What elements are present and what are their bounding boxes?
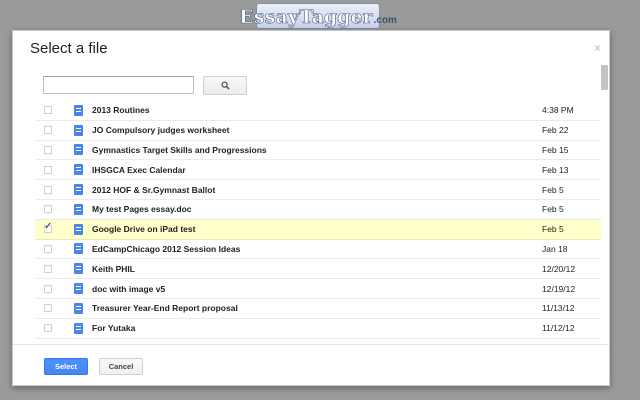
- file-name[interactable]: Keith PHIL: [92, 264, 135, 274]
- document-icon: [74, 124, 83, 136]
- file-date: Jan 18: [542, 243, 568, 254]
- file-checkbox[interactable]: [44, 165, 52, 174]
- file-name[interactable]: For Yutaka: [92, 323, 135, 333]
- file-checkbox[interactable]: [44, 126, 52, 135]
- file-name[interactable]: 2013 Routines: [92, 105, 150, 115]
- file-checkbox[interactable]: [44, 304, 52, 313]
- file-row[interactable]: EdCampChicago 2012 Session Ideas Jan 18: [35, 240, 601, 260]
- file-date: Feb 13: [542, 164, 569, 175]
- search-input[interactable]: [43, 76, 194, 94]
- file-name[interactable]: IHSGCA Exec Calendar: [92, 165, 186, 175]
- file-checkbox[interactable]: [44, 205, 52, 214]
- dialog-title: Select a file: [30, 40, 108, 57]
- file-name[interactable]: Gymnastics Target Skills and Progression…: [92, 145, 267, 155]
- file-name[interactable]: doc with image v5: [92, 284, 165, 294]
- document-icon: [74, 203, 83, 215]
- file-date: Feb 15: [542, 144, 569, 155]
- document-icon: [74, 322, 83, 334]
- file-name[interactable]: Treasurer Year-End Report proposal: [92, 303, 238, 313]
- file-date: 12/19/12: [542, 283, 576, 294]
- file-checkbox[interactable]: [44, 106, 52, 115]
- file-row[interactable]: My test Pages essay.doc Feb 5: [35, 200, 601, 220]
- file-date: 4:38 PM: [542, 105, 574, 116]
- file-date: 11/12/12: [542, 323, 575, 334]
- file-row[interactable]: IHSGCA Exec Calendar Feb 13: [35, 160, 601, 181]
- file-row[interactable]: Keith PHIL 12/20/12: [35, 259, 601, 280]
- file-date: Feb 5: [542, 204, 564, 215]
- select-button[interactable]: Select: [44, 358, 88, 375]
- document-icon: [74, 243, 83, 255]
- file-date: Feb 5: [542, 184, 564, 195]
- file-row[interactable]: doc with image v5 12/19/12: [35, 279, 601, 299]
- checkmark-icon: ✓: [44, 221, 53, 233]
- file-name[interactable]: JO Compulsory judges worksheet: [92, 125, 229, 135]
- file-row[interactable]: JO Compulsory judges worksheet Feb 22: [35, 121, 601, 141]
- footer-divider: [13, 344, 609, 345]
- file-checkbox[interactable]: [44, 264, 52, 273]
- cancel-button[interactable]: Cancel: [99, 358, 143, 375]
- logo-text-domain: .com: [373, 15, 397, 26]
- file-checkbox[interactable]: [44, 145, 52, 154]
- document-icon: [74, 283, 83, 295]
- file-checkbox[interactable]: [44, 284, 52, 293]
- document-icon: [74, 144, 83, 156]
- file-row[interactable]: ✓ Google Drive on iPad test Feb 5: [35, 219, 601, 240]
- scroll-thumb[interactable]: [601, 65, 608, 90]
- search-button[interactable]: [203, 76, 247, 95]
- select-file-dialog: Select a file × 2013 Routines 4:38 PM JO C…: [12, 30, 610, 386]
- close-icon[interactable]: ×: [594, 41, 601, 55]
- document-icon: [74, 223, 83, 235]
- document-icon: [74, 263, 83, 275]
- scrollbar[interactable]: [600, 65, 608, 339]
- file-checkbox[interactable]: [44, 185, 52, 194]
- file-row[interactable]: Treasurer Year-End Report proposal 11/13/…: [35, 299, 601, 319]
- file-row[interactable]: Gymnastics Target Skills and Progression…: [35, 141, 601, 161]
- file-checkbox[interactable]: [44, 244, 52, 253]
- file-date: Feb 5: [542, 224, 564, 235]
- file-checkbox[interactable]: [44, 324, 52, 333]
- file-date: 12/20/12: [542, 263, 576, 274]
- file-date: 11/13/12: [542, 303, 575, 314]
- file-name[interactable]: 2012 HOF & Sr.Gymnast Ballot: [92, 185, 215, 195]
- file-row[interactable]: For Yutaka 11/12/12: [35, 319, 601, 339]
- document-icon: [74, 184, 83, 196]
- file-list: 2013 Routines 4:38 PM JO Compulsory judges…: [35, 101, 601, 344]
- document-icon: [74, 302, 83, 314]
- document-icon: [74, 104, 83, 116]
- logo-text-essay: Essay: [239, 6, 300, 29]
- file-name[interactable]: My test Pages essay.doc: [92, 204, 192, 214]
- file-date: Feb 22: [542, 125, 569, 136]
- file-checkbox[interactable]: ✓: [44, 221, 52, 234]
- document-icon: [74, 164, 83, 176]
- search-icon: [220, 81, 230, 90]
- file-row[interactable]: 2012 HOF & Sr.Gymnast Ballot Feb 5: [35, 180, 601, 200]
- essaytagger-logo: Essay Tagger .com: [239, 3, 397, 29]
- file-name[interactable]: EdCampChicago 2012 Session Ideas: [92, 244, 240, 254]
- file-row[interactable]: 2013 Routines 4:38 PM: [35, 101, 601, 121]
- logo-text-tagger: Tagger: [299, 6, 373, 29]
- file-name[interactable]: Google Drive on iPad test: [92, 224, 195, 234]
